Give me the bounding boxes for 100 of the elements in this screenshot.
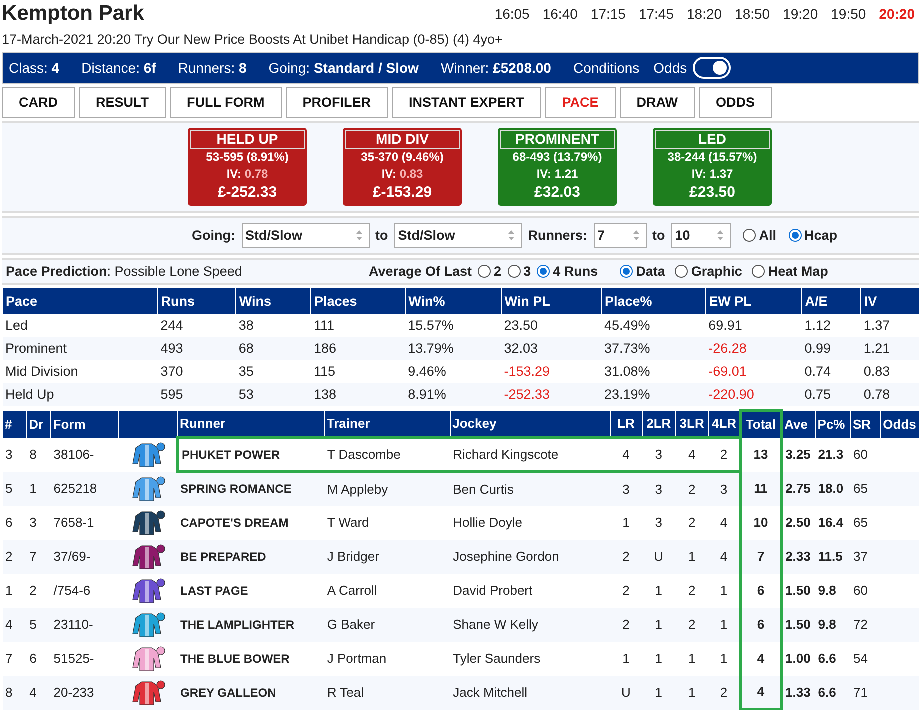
jockey-silks-icon [131, 612, 166, 638]
table-cell: 7 [2, 642, 27, 676]
table-cell: 6 [26, 642, 51, 676]
race-time-link[interactable]: 19:50 [831, 6, 866, 22]
table-cell: 1 [675, 540, 709, 574]
column-header: A/E [802, 288, 861, 314]
race-time-link[interactable]: 16:40 [542, 6, 578, 22]
race-info-item: Class: 4 [9, 60, 60, 76]
table-cell: 4 [708, 506, 741, 540]
table-cell: U [610, 676, 642, 710]
runners-from-field[interactable]: 7 [594, 223, 647, 248]
table-cell: 38106- [50, 438, 118, 472]
table-cell: Shane W Kelly [450, 608, 610, 642]
race-time-link[interactable]: 17:15 [590, 6, 626, 22]
view-radio[interactable]: Heat Map [752, 264, 828, 279]
table-cell: 1 [675, 676, 709, 710]
jockey-silks-icon [131, 442, 166, 468]
table-cell: 8.91% [405, 383, 502, 406]
going-to-select[interactable]: Std/Slow [394, 223, 522, 248]
table-cell: Mid Division [2, 360, 158, 383]
race-type-radio[interactable]: All [743, 228, 777, 243]
to-label: to [376, 228, 388, 243]
view-radio[interactable]: Graphic [675, 264, 742, 279]
table-cell: 60 [850, 438, 881, 472]
jockey-silks-icon [131, 510, 166, 536]
nav-tab[interactable]: FULL FORM [170, 87, 282, 118]
going-from-select[interactable]: Std/Slow [242, 223, 370, 248]
pace-card-title: PROMINENT [500, 130, 615, 149]
column-header: 4LR [708, 410, 741, 438]
column-header: Ave [781, 410, 816, 438]
race-type-radio[interactable]: Hcap [788, 228, 838, 243]
table-cell: 115 [310, 360, 406, 383]
pace-card-title: HELD UP [190, 130, 305, 149]
nav-tab[interactable]: DRAW [620, 87, 696, 118]
table-cell: 60 [850, 574, 881, 608]
table-cell: 4 [26, 676, 51, 710]
runner-name: SPRING ROMANCE [178, 472, 324, 506]
table-cell: 54 [850, 642, 881, 676]
race-time-link[interactable]: 16:05 [494, 6, 530, 22]
table-cell: 1 [708, 608, 741, 642]
table-cell: 9.8 [815, 574, 850, 608]
table-cell: J Portman [324, 642, 450, 676]
table-cell: 15.57% [405, 314, 502, 337]
column-header: # [2, 410, 27, 438]
spinner-arrows-icon [356, 230, 362, 241]
pace-card-profit: £32.03 [534, 183, 582, 202]
table-cell: 8 [26, 438, 51, 472]
race-time-link[interactable]: 18:20 [687, 6, 722, 22]
table-cell: 1 [610, 506, 642, 540]
table-cell: 69.91 [706, 314, 802, 337]
average-radio[interactable]: 3 [508, 264, 532, 279]
conditions-link[interactable]: Conditions [573, 60, 640, 76]
table-cell: 1 [642, 608, 676, 642]
table-cell: 111 [310, 314, 406, 337]
column-header: Runner [178, 410, 324, 438]
table-cell: 3 [708, 472, 741, 506]
race-time-link[interactable]: 18:50 [735, 6, 770, 22]
pace-card-title: LED [655, 130, 770, 149]
table-cell: 4 [708, 540, 741, 574]
table-cell: 3 [642, 506, 676, 540]
pace-card-iv: IV: 0.83 [380, 166, 424, 183]
table-cell: 1.21 [860, 337, 919, 360]
nav-tab[interactable]: INSTANT EXPERT [392, 87, 542, 118]
nav-tab[interactable]: RESULT [79, 87, 166, 118]
table-cell: 2.75 [781, 472, 816, 506]
runners-to-field[interactable]: 10 [671, 223, 732, 248]
average-radio[interactable]: 4 Runs [537, 264, 598, 279]
column-header: IV [860, 288, 919, 314]
table-cell: 37.73% [601, 337, 706, 360]
column-header: 2LR [642, 410, 676, 438]
view-radio[interactable]: Data [620, 264, 666, 279]
average-label: Average Of Last [369, 264, 472, 279]
table-cell: 5 [26, 608, 51, 642]
table-cell: 493 [158, 337, 236, 360]
table-cell: -220.90 [706, 383, 802, 406]
table-cell: 0.83 [860, 360, 919, 383]
average-radio[interactable]: 2 [478, 264, 502, 279]
table-cell: 138 [310, 383, 406, 406]
pace-card-iv: IV: 1.37 [690, 166, 734, 183]
odds-toggle[interactable] [693, 57, 732, 79]
table-cell: 2 [675, 608, 709, 642]
pace-card-profit: £23.50 [688, 183, 736, 202]
table-cell: 4 [740, 676, 782, 710]
race-time-link[interactable]: 20:20 [879, 6, 915, 22]
table-cell: 0.78 [860, 383, 919, 406]
race-time-link[interactable]: 17:45 [638, 6, 674, 22]
nav-tab[interactable]: PACE [545, 87, 616, 118]
race-time-link[interactable]: 19:20 [783, 6, 818, 22]
table-cell: 1 [708, 642, 741, 676]
column-header: Dr [26, 410, 51, 438]
table-cell: 21.3 [815, 438, 850, 472]
nav-tab[interactable]: CARD [2, 87, 75, 118]
column-header: Trainer [324, 410, 450, 438]
table-cell: 8 [2, 676, 27, 710]
nav-tab[interactable]: ODDS [699, 87, 772, 118]
table-cell: 0.74 [802, 360, 861, 383]
nav-tab[interactable]: PROFILER [286, 87, 388, 118]
table-cell: -153.29 [501, 360, 602, 383]
column-header: Total [740, 410, 782, 438]
table-cell: 0.99 [802, 337, 861, 360]
